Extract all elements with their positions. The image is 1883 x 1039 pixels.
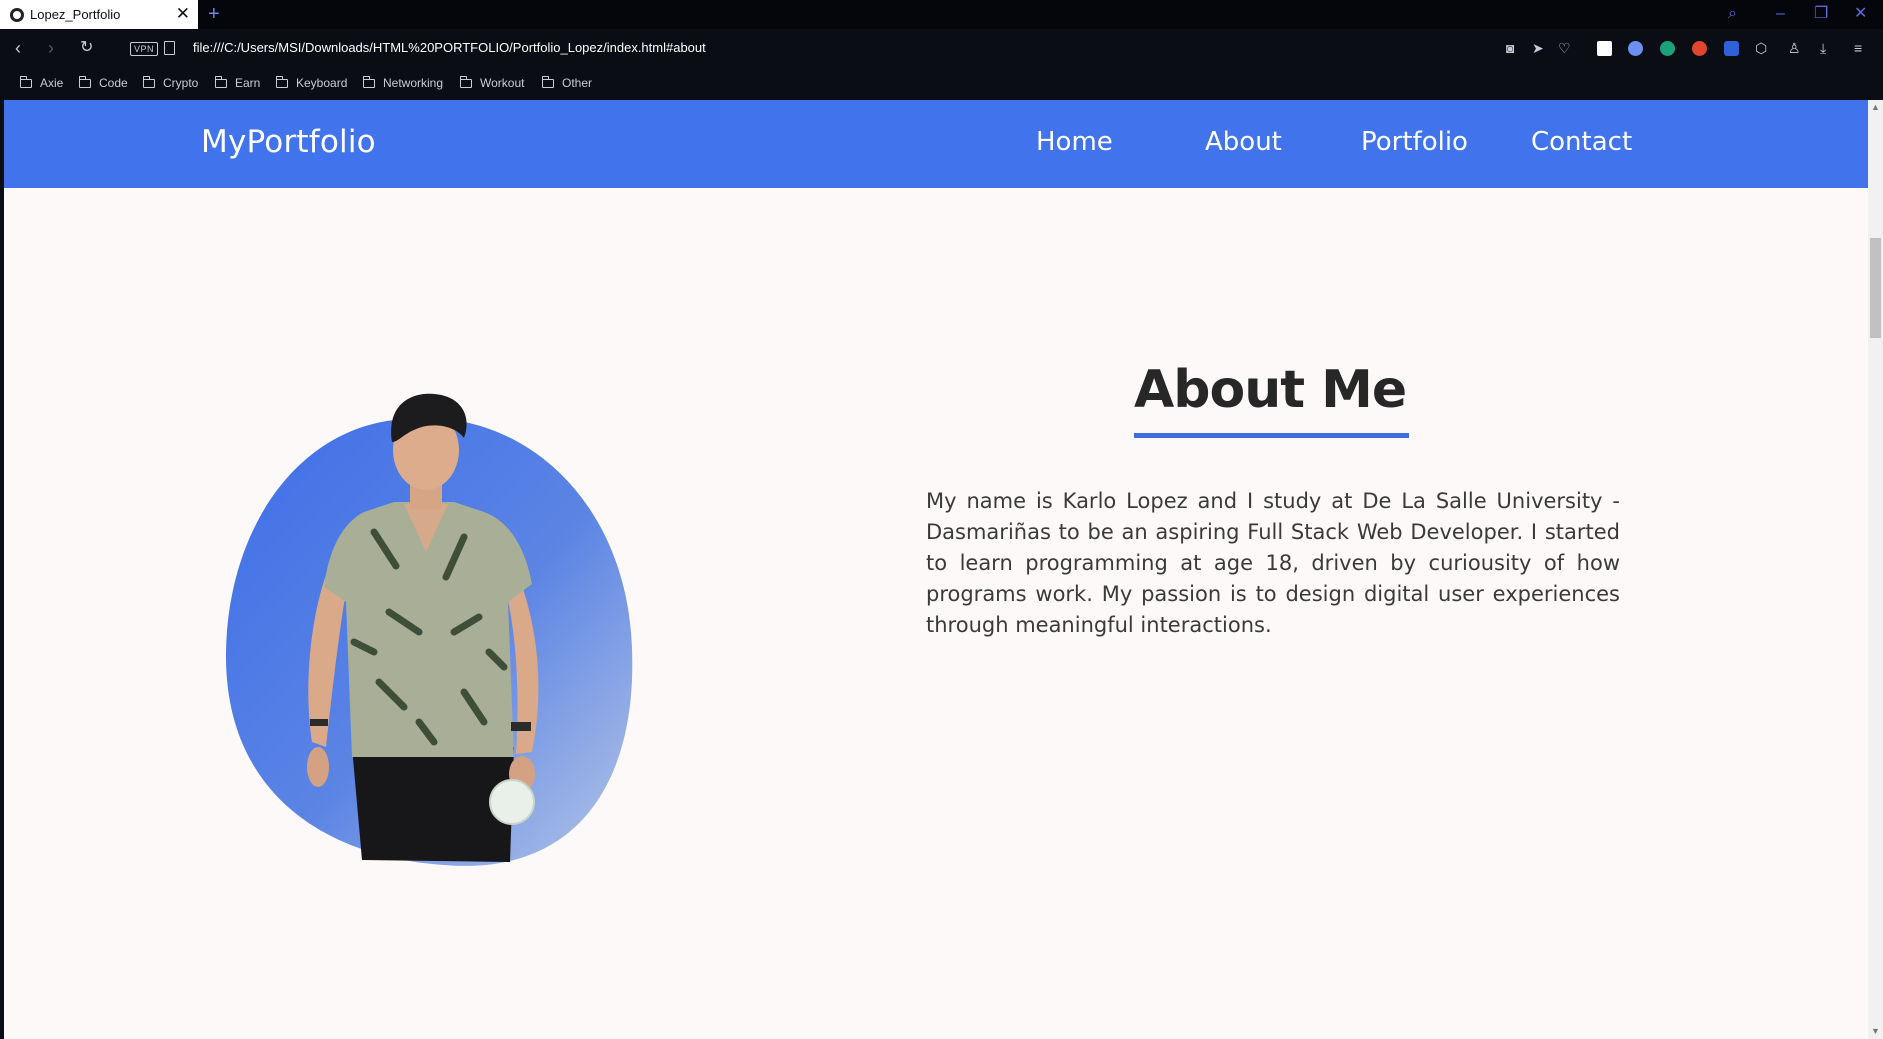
about-title: About Me xyxy=(1134,360,1407,420)
download-icon[interactable]: ⤓ xyxy=(1820,40,1826,56)
folder-icon xyxy=(143,75,155,88)
tab-close-icon[interactable]: ✕ xyxy=(176,4,190,24)
vpn-badge[interactable]: VPN xyxy=(130,42,159,56)
scroll-down-icon[interactable]: ▼ xyxy=(1871,1026,1880,1036)
extension-b-icon[interactable] xyxy=(1597,41,1612,56)
nav-link-home[interactable]: Home xyxy=(1036,127,1113,157)
reload-icon[interactable]: ↻ xyxy=(80,37,93,59)
bookmarks-bar: Axie Code Crypto Earn Keyboard Networkin… xyxy=(0,69,1883,100)
close-icon[interactable]: ✕ xyxy=(1854,3,1867,25)
heart-icon[interactable]: ♡ xyxy=(1558,40,1571,56)
profile-icon[interactable]: ♙ xyxy=(1788,40,1801,56)
cube-icon[interactable]: ⬡ xyxy=(1755,40,1767,56)
folder-icon xyxy=(276,75,288,88)
back-arrow-icon[interactable]: ‹ xyxy=(15,37,21,59)
browser-tab[interactable]: Lopez_Portfolio ✕ xyxy=(0,0,198,29)
forward-arrow-icon[interactable]: › xyxy=(48,37,54,59)
new-tab-button[interactable]: + xyxy=(208,3,220,25)
folder-icon xyxy=(460,75,472,88)
page-viewport: MyPortfolio Home About Portfolio Contact xyxy=(4,100,1868,1039)
folder-icon xyxy=(79,75,91,88)
profile-photo xyxy=(214,362,634,872)
page-icon xyxy=(164,41,175,55)
bookmark-earn[interactable]: Earn xyxy=(215,75,260,90)
extension-circle-icon[interactable] xyxy=(1628,41,1643,56)
scroll-up-icon[interactable]: ▲ xyxy=(1871,102,1880,112)
extension-shield-icon[interactable] xyxy=(1724,41,1739,56)
tab-title: Lopez_Portfolio xyxy=(30,7,121,22)
minimize-icon[interactable]: – xyxy=(1776,3,1785,25)
bookmark-code[interactable]: Code xyxy=(79,75,128,90)
bookmark-other[interactable]: Other xyxy=(542,75,592,90)
title-underline xyxy=(1134,433,1409,438)
bookmark-crypto[interactable]: Crypto xyxy=(143,75,198,90)
restore-icon[interactable]: ❐ xyxy=(1814,3,1828,25)
tab-favicon-icon xyxy=(10,7,24,22)
tab-bar: Lopez_Portfolio ✕ + ⌕ – ❐ ✕ xyxy=(0,0,1883,29)
site-header: MyPortfolio Home About Portfolio Contact xyxy=(4,100,1868,188)
menu-icon[interactable]: ≡ xyxy=(1854,40,1862,56)
camera-icon[interactable]: ◙ xyxy=(1506,40,1514,56)
bookmark-workout[interactable]: Workout xyxy=(460,75,524,90)
site-logo[interactable]: MyPortfolio xyxy=(201,124,376,160)
bookmark-axie[interactable]: Axie xyxy=(20,75,63,90)
nav-link-about[interactable]: About xyxy=(1205,127,1282,157)
page-scrollbar[interactable]: ▲ ▼ xyxy=(1868,100,1883,1039)
nav-link-portfolio[interactable]: Portfolio xyxy=(1361,127,1468,157)
nav-link-contact[interactable]: Contact xyxy=(1531,127,1632,157)
address-toolbar: ‹ › ↻ VPN file:///C:/Users/MSI/Downloads… xyxy=(0,29,1883,69)
search-icon[interactable]: ⌕ xyxy=(1728,3,1737,25)
bookmark-keyboard[interactable]: Keyboard xyxy=(276,75,347,90)
send-icon[interactable]: ➤ xyxy=(1532,40,1544,56)
folder-icon xyxy=(215,75,227,88)
extension-flash-icon[interactable] xyxy=(1692,41,1707,56)
scroll-thumb[interactable] xyxy=(1870,238,1881,338)
about-paragraph: My name is Karlo Lopez and I study at De… xyxy=(926,489,1620,637)
folder-icon xyxy=(363,75,375,88)
url-bar[interactable]: file:///C:/Users/MSI/Downloads/HTML%20PO… xyxy=(193,40,706,55)
folder-icon xyxy=(20,75,32,88)
extension-a-icon[interactable] xyxy=(1660,41,1675,56)
folder-icon xyxy=(542,75,554,88)
bookmark-networking[interactable]: Networking xyxy=(363,75,443,90)
